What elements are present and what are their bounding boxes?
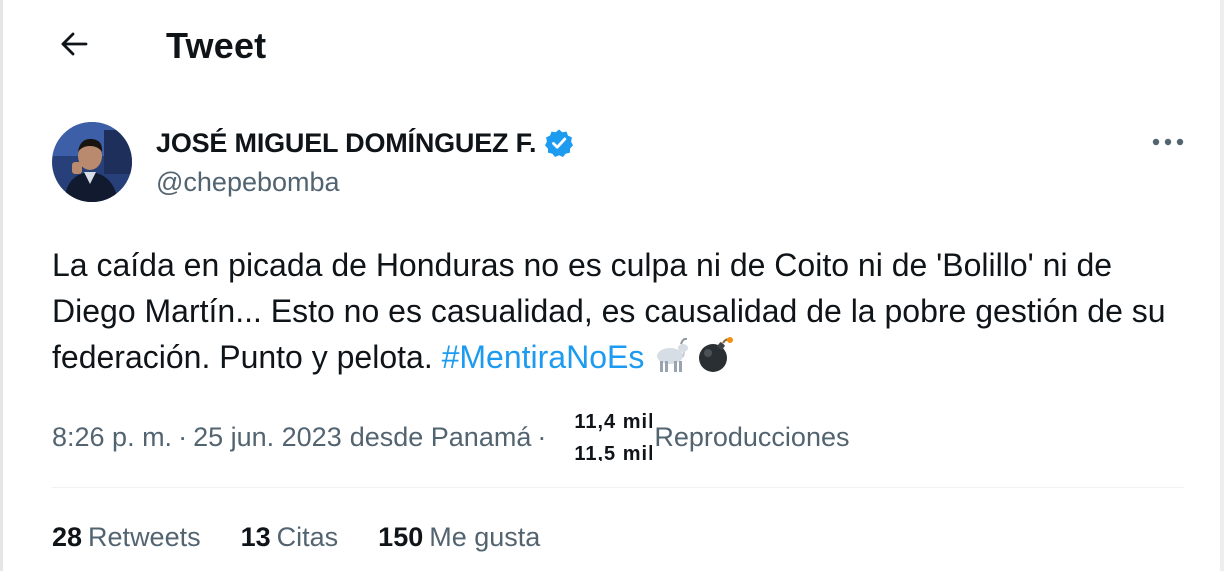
- page-title: Tweet: [166, 25, 267, 66]
- arrow-left-icon: [59, 31, 89, 62]
- hashtag-link[interactable]: #MentiraNoEs: [442, 339, 645, 375]
- quotes-stat[interactable]: 13 Citas: [241, 522, 339, 553]
- more-options-button[interactable]: [1146, 126, 1190, 160]
- tweet-text: La caída en picada de Honduras no es cul…: [52, 242, 1182, 386]
- quotes-count: 13: [240, 522, 271, 552]
- tweet-meta: 8:26 p. m. · 25 jun. 2023 desde Panamá ·…: [52, 413, 849, 461]
- engagement-stats: 28 Retweets 13 Citas 150 Me gusta: [52, 522, 580, 553]
- retweets-label: Retweets: [88, 522, 201, 552]
- views-count: 11,4 mil 11,5 mil: [552, 413, 652, 461]
- bomb-emoji-icon: [696, 336, 734, 386]
- verified-badge-icon: [544, 128, 574, 158]
- retweets-count: 28: [52, 522, 83, 552]
- tweet-page: Tweet JOSÉ MIGUEL DOMÍNGUEZ F. @chepebom…: [0, 0, 1224, 571]
- header: Tweet: [0, 0, 1224, 92]
- quotes-label: Citas: [276, 522, 339, 552]
- author-name-row: JOSÉ MIGUEL DOMÍNGUEZ F.: [156, 126, 574, 160]
- likes-label: Me gusta: [429, 522, 541, 552]
- back-button[interactable]: [52, 26, 96, 66]
- likes-stat[interactable]: 150 Me gusta: [378, 522, 540, 553]
- tweet-date[interactable]: 25 jun. 2023: [193, 422, 342, 453]
- views-count-top: 11,4 mil: [574, 413, 653, 433]
- separator: ·: [178, 421, 188, 452]
- separator: ·: [537, 421, 547, 452]
- retweets-stat[interactable]: 28 Retweets: [52, 522, 201, 553]
- views[interactable]: 11,4 mil 11,5 mil Reproducciones: [552, 413, 849, 461]
- divider: [52, 487, 1184, 488]
- more-horizontal-icon: [1151, 134, 1185, 152]
- views-count-bottom: 11,5 mil: [574, 443, 653, 461]
- author-handle[interactable]: @chepebomba: [156, 167, 340, 198]
- avatar[interactable]: [52, 122, 132, 202]
- tweet-time[interactable]: 8:26 p. m.: [52, 422, 172, 453]
- likes-count: 150: [378, 522, 424, 552]
- views-label: Reproducciones: [654, 421, 850, 452]
- author-name[interactable]: JOSÉ MIGUEL DOMÍNGUEZ F.: [156, 128, 536, 159]
- goat-emoji-icon: [650, 337, 690, 386]
- tweet-location: desde Panamá: [349, 421, 532, 452]
- profile-photo-icon: [52, 122, 132, 202]
